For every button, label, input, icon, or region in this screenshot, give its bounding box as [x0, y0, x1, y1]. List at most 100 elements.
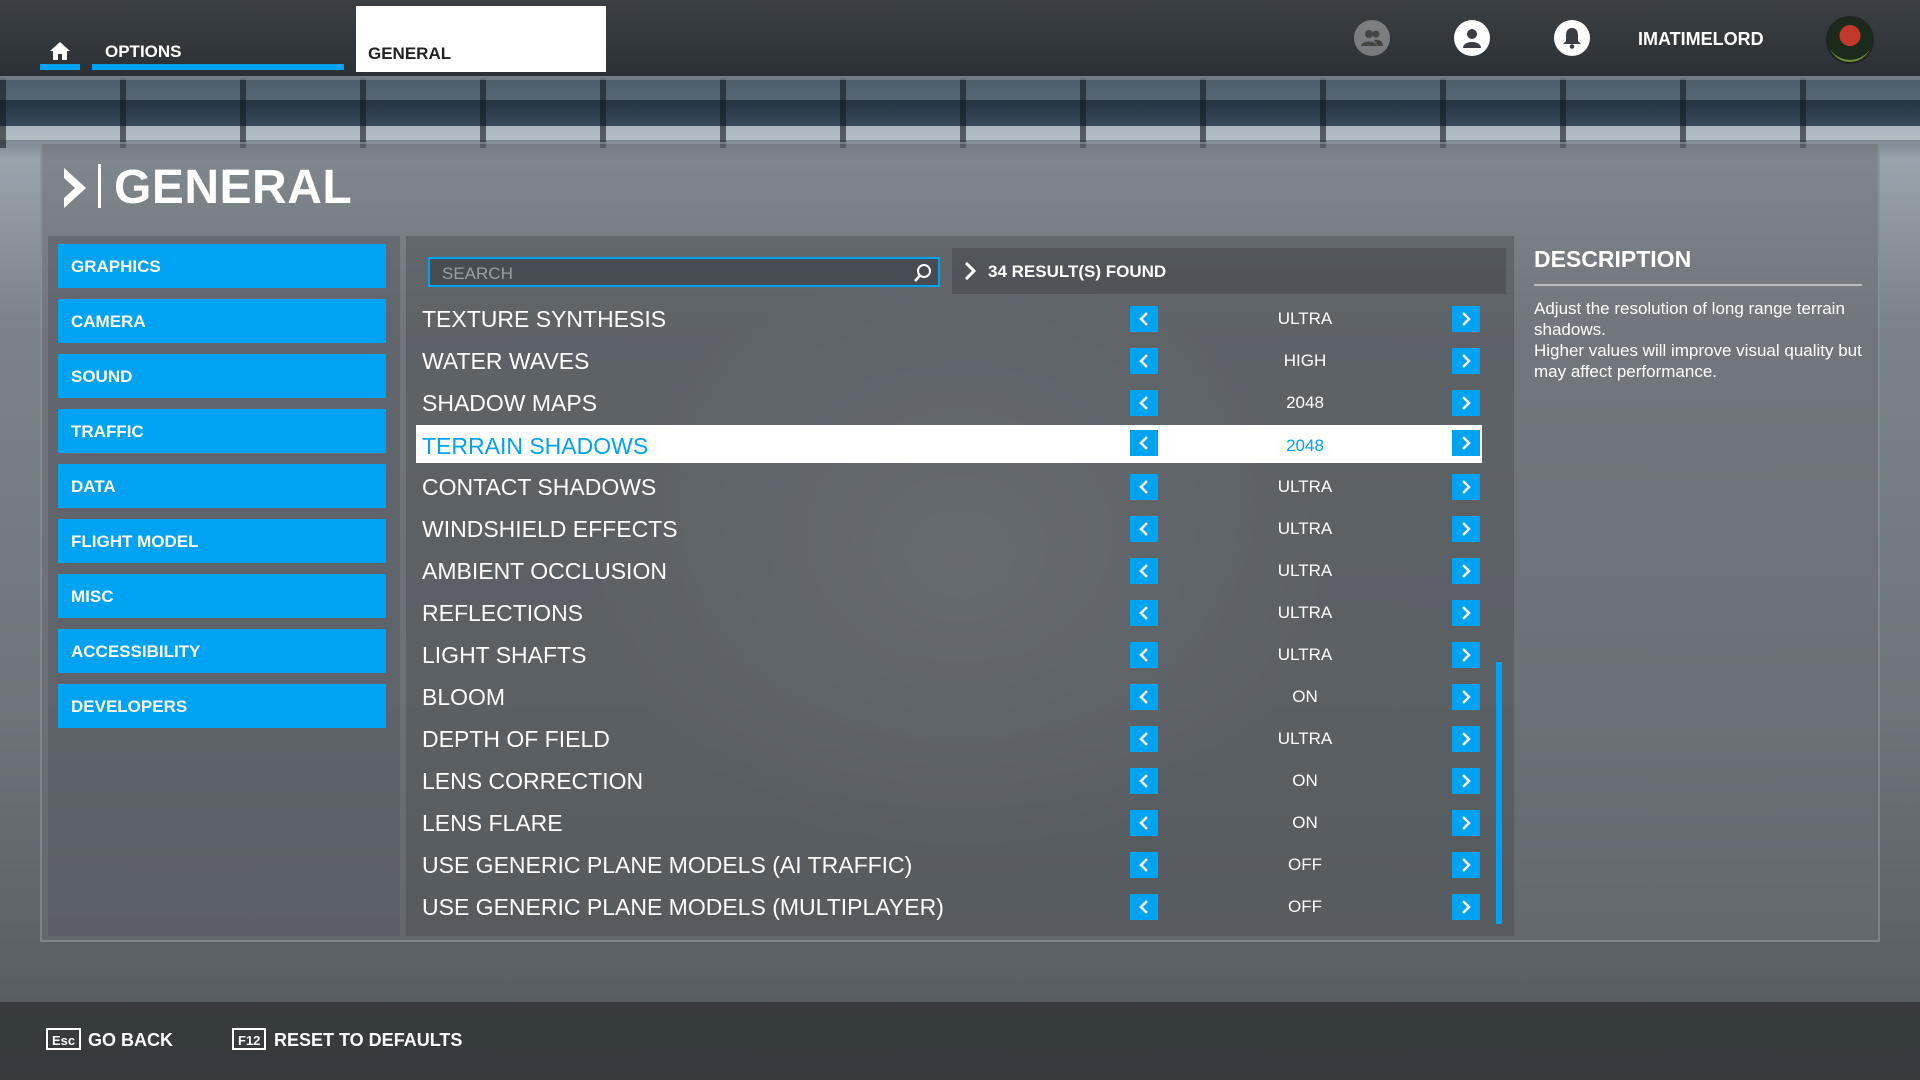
arrow-right-icon[interactable]: [1452, 306, 1480, 332]
arrow-right-icon[interactable]: [1452, 852, 1480, 878]
tab-general-label: GENERAL: [368, 44, 452, 63]
setting-label: USE GENERIC PLANE MODELS (AI TRAFFIC): [422, 852, 913, 878]
sidebar-item-misc[interactable]: MISC: [58, 574, 386, 618]
setting-row-generic-models-ai-traffic[interactable]: USE GENERIC PLANE MODELS (AI TRAFFIC) OF…: [416, 844, 1482, 882]
sidebar-item-traffic[interactable]: TRAFFIC: [58, 409, 386, 453]
arrow-left-icon[interactable]: [1130, 348, 1158, 374]
setting-row-texture-synthesis[interactable]: TEXTURE SYNTHESIS ULTRA: [416, 298, 1482, 336]
scrollbar-thumb[interactable]: [1496, 662, 1502, 924]
arrow-right-icon[interactable]: [1452, 390, 1480, 416]
reset-defaults-button[interactable]: RESET TO DEFAULTS: [274, 1030, 462, 1051]
arrow-left-icon[interactable]: [1130, 390, 1158, 416]
setting-value: ULTRA: [1277, 519, 1333, 538]
search-field[interactable]: [428, 257, 940, 287]
setting-label: BLOOM: [422, 684, 506, 710]
setting-label: LENS CORRECTION: [422, 768, 644, 794]
setting-row-windshield-effects[interactable]: WINDSHIELD EFFECTS ULTRA: [416, 508, 1482, 546]
friends-icon[interactable]: [1354, 20, 1390, 56]
description-title: DESCRIPTION: [1534, 246, 1692, 272]
setting-row-terrain-shadows[interactable]: TERRAIN SHADOWS 2048: [416, 425, 1482, 463]
sidebar-item-label: TRAFFIC: [71, 422, 144, 441]
arrow-left-icon[interactable]: [1130, 894, 1158, 920]
sidebar-item-sound[interactable]: SOUND: [58, 354, 386, 398]
bell-icon[interactable]: [1554, 20, 1590, 56]
sidebar-item-camera[interactable]: CAMERA: [58, 299, 386, 343]
arrow-right-icon[interactable]: [1452, 516, 1480, 542]
setting-row-bloom[interactable]: BLOOM ON: [416, 676, 1482, 714]
sidebar-item-flight-model[interactable]: FLIGHT MODEL: [58, 519, 386, 563]
arrow-left-icon[interactable]: [1130, 474, 1158, 500]
arrow-right-icon[interactable]: [1452, 684, 1480, 710]
arrow-left-icon[interactable]: [1130, 642, 1158, 668]
arrow-left-icon[interactable]: [1130, 558, 1158, 584]
setting-row-lens-flare[interactable]: LENS FLARE ON: [416, 802, 1482, 840]
setting-row-light-shafts[interactable]: LIGHT SHAFTS ULTRA: [416, 634, 1482, 672]
search-icon[interactable]: [913, 263, 933, 283]
arrow-right-icon[interactable]: [1452, 558, 1480, 584]
arrow-right-icon[interactable]: [1452, 726, 1480, 752]
arrow-right-icon[interactable]: [1452, 348, 1480, 374]
arrow-right-icon[interactable]: [1452, 600, 1480, 626]
sidebar-item-developers[interactable]: DEVELOPERS: [58, 684, 386, 728]
f12-key-icon: F12: [232, 1028, 267, 1050]
tab-general[interactable]: GENERAL: [356, 6, 606, 72]
chevron-right-icon: [64, 168, 86, 208]
setting-row-shadow-maps[interactable]: SHADOW MAPS 2048: [416, 382, 1482, 420]
setting-value: ULTRA: [1277, 309, 1333, 328]
arrow-left-icon[interactable]: [1130, 852, 1158, 878]
arrow-right-icon[interactable]: [1452, 768, 1480, 794]
sidebar-item-graphics[interactable]: GRAPHICS: [58, 244, 386, 288]
sidebar-item-label: SOUND: [71, 367, 133, 386]
setting-label: SHADOW MAPS: [422, 390, 598, 416]
arrow-right-icon[interactable]: [1452, 810, 1480, 836]
sidebar-item-label: MISC: [71, 587, 114, 606]
search-input[interactable]: [440, 262, 904, 286]
setting-label: REFLECTIONS: [422, 600, 584, 626]
setting-value: ON: [1292, 771, 1318, 790]
setting-row-depth-of-field[interactable]: DEPTH OF FIELD ULTRA: [416, 718, 1482, 756]
setting-value: ULTRA: [1277, 603, 1333, 622]
page-title: GENERAL: [114, 161, 353, 214]
setting-value: 2048: [1286, 436, 1324, 455]
setting-row-ambient-occlusion[interactable]: AMBIENT OCCLUSION ULTRA: [416, 550, 1482, 588]
arrow-left-icon[interactable]: [1130, 600, 1158, 626]
sidebar-item-label: CAMERA: [71, 312, 146, 331]
arrow-right-icon[interactable]: [1452, 894, 1480, 920]
chevron-right-icon: [964, 262, 976, 280]
setting-row-generic-models-multiplayer[interactable]: USE GENERIC PLANE MODELS (MULTIPLAYER) O…: [416, 886, 1482, 924]
setting-label: CONTACT SHADOWS: [422, 474, 657, 500]
avatar[interactable]: [1826, 16, 1874, 64]
description-divider: [1534, 284, 1862, 286]
sidebar-item-label: ACCESSIBILITY: [71, 642, 201, 661]
setting-row-lens-correction[interactable]: LENS CORRECTION ON: [416, 760, 1482, 798]
sidebar-item-label: FLIGHT MODEL: [71, 532, 199, 551]
sidebar-item-accessibility[interactable]: ACCESSIBILITY: [58, 629, 386, 673]
setting-value: ON: [1292, 687, 1318, 706]
profile-icon[interactable]: [1454, 20, 1490, 56]
sidebar-item-data[interactable]: DATA: [58, 464, 386, 508]
arrow-left-icon[interactable]: [1130, 516, 1158, 542]
arrow-left-icon[interactable]: [1130, 430, 1158, 456]
username[interactable]: IMATIMELORD: [1638, 29, 1764, 50]
arrow-right-icon[interactable]: [1452, 474, 1480, 500]
sidebar-item-label: DATA: [71, 477, 116, 496]
esc-key-icon: Esc: [46, 1028, 82, 1050]
arrow-left-icon[interactable]: [1130, 768, 1158, 794]
setting-row-water-waves[interactable]: WATER WAVES HIGH: [416, 340, 1482, 378]
setting-label: TEXTURE SYNTHESIS: [422, 306, 667, 332]
arrow-right-icon[interactable]: [1452, 430, 1480, 456]
arrow-right-icon[interactable]: [1452, 642, 1480, 668]
arrow-left-icon[interactable]: [1130, 306, 1158, 332]
results-count: 34 RESULT(S) FOUND: [988, 262, 1167, 281]
hangar-roof-trusses: [0, 78, 1920, 148]
arrow-left-icon[interactable]: [1130, 726, 1158, 752]
tab-options[interactable]: OPTIONS: [92, 32, 344, 70]
go-back-button[interactable]: GO BACK: [88, 1030, 173, 1051]
home-button[interactable]: [40, 32, 80, 70]
arrow-left-icon[interactable]: [1130, 810, 1158, 836]
setting-value: ULTRA: [1277, 729, 1333, 748]
setting-row-contact-shadows[interactable]: CONTACT SHADOWS ULTRA: [416, 466, 1482, 504]
setting-row-reflections[interactable]: REFLECTIONS ULTRA: [416, 592, 1482, 630]
setting-value: ULTRA: [1277, 561, 1333, 580]
arrow-left-icon[interactable]: [1130, 684, 1158, 710]
